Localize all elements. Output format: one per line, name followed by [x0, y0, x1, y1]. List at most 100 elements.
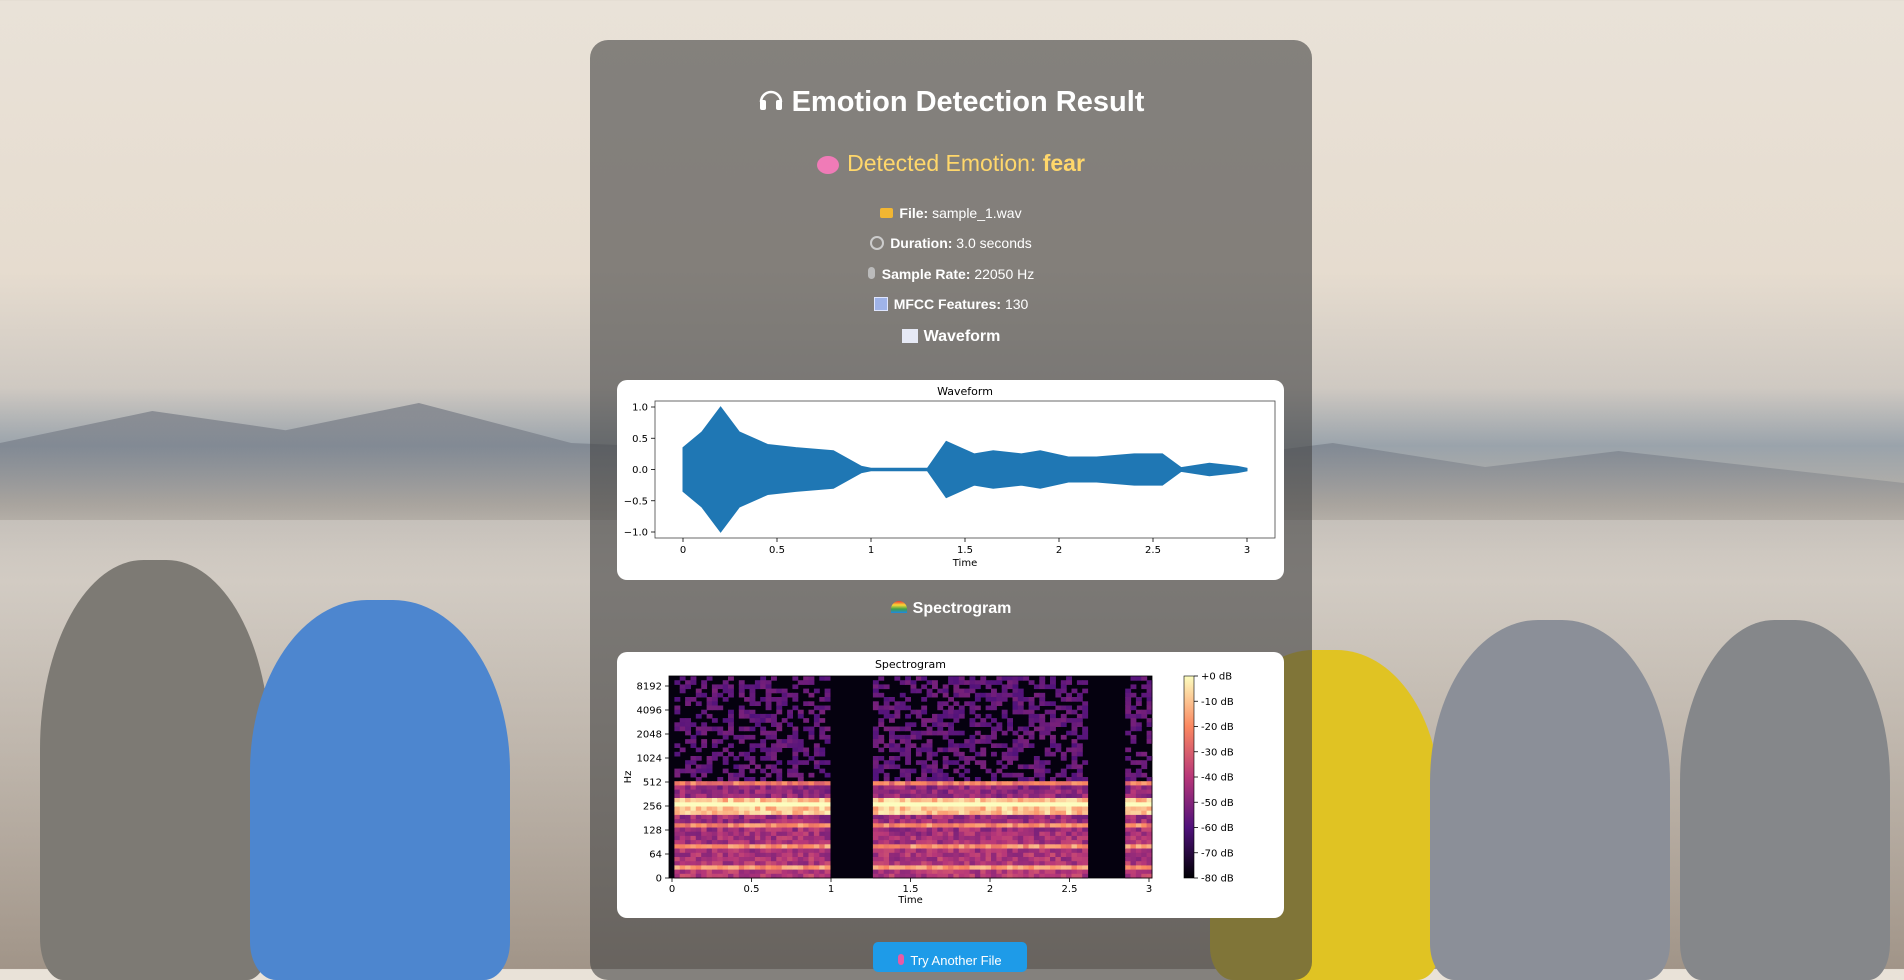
spectrogram-cell: [1076, 857, 1083, 862]
spectrogram-cell: [1028, 840, 1035, 845]
spectrogram-cell: [889, 756, 895, 761]
spectrogram-cell: [1033, 756, 1040, 761]
spectrogram-cell: [1060, 814, 1067, 820]
y-tick-label: 128: [643, 826, 662, 837]
spectrogram-cell: [1071, 865, 1078, 871]
spectrogram-cell: [953, 718, 960, 723]
spectrogram-cell: [980, 831, 987, 837]
spectrogram-cell: [733, 819, 740, 824]
spectrogram-cell: [932, 684, 938, 690]
spectrogram-cell: [964, 869, 971, 875]
spectrogram-cell: [674, 726, 681, 732]
spectrogram-cell: [1050, 865, 1056, 871]
spectrogram-cell: [1082, 802, 1089, 807]
x-tick-label: 0.5: [769, 545, 785, 556]
spectrogram-cell: [787, 840, 793, 845]
spectrogram-cell: [717, 684, 724, 690]
spectrogram-cell: [674, 722, 681, 727]
spectrogram-cell: [1023, 697, 1030, 702]
spectrogram-cell: [690, 768, 697, 774]
spectrogram-cell: [813, 802, 820, 807]
spectrogram-heading: Spectrogram: [590, 600, 1312, 618]
spectrogram-cell: [711, 781, 718, 786]
spectrogram-cell: [915, 747, 922, 753]
spectrogram-cell: [915, 852, 922, 858]
spectrogram-cell: [1023, 840, 1030, 845]
spectrogram-cell: [915, 793, 922, 799]
mfcc-info: MFCC Features: 130: [590, 296, 1312, 312]
spectrogram-cell: [803, 814, 810, 820]
spectrogram-cell: [674, 789, 681, 795]
spectrogram-cell: [948, 743, 954, 748]
spectrogram-cell: [1060, 802, 1067, 807]
spectrogram-cell: [749, 869, 756, 875]
spectrogram-cell: [787, 739, 793, 744]
spectrogram-cell: [1028, 713, 1035, 719]
spectrogram-cell: [701, 848, 708, 854]
spectrogram-cell: [1066, 718, 1072, 723]
spectrogram-cell: [1017, 793, 1024, 799]
spectrogram-cell: [964, 861, 971, 866]
spectrogram-cell: [932, 831, 938, 837]
spectrogram-cell: [765, 785, 772, 791]
spectrogram-cell: [722, 861, 729, 866]
spectrogram-cell: [958, 676, 965, 681]
spectrogram-cell: [921, 844, 928, 849]
spectrogram-cell: [991, 869, 997, 875]
spectrogram-cell: [905, 697, 911, 702]
spectrogram-cell: [792, 810, 799, 816]
spectrogram-cell: [1141, 793, 1148, 799]
spectrogram-cell: [1044, 814, 1051, 820]
spectrogram-cell: [1001, 831, 1008, 837]
spectrogram-cell: [679, 793, 686, 799]
spectrogram-cell: [813, 819, 820, 824]
spectrogram-cell: [878, 806, 885, 812]
spectrogram-cell: [733, 777, 740, 782]
spectrogram-cell: [733, 840, 740, 845]
spectrogram-cell: [1135, 785, 1142, 791]
spectrogram-cell: [1017, 743, 1024, 748]
spectrogram-cell: [1012, 692, 1019, 698]
spectrogram-cell: [765, 751, 772, 757]
spectrogram-cell: [1039, 726, 1046, 732]
spectrogram-cell: [872, 680, 879, 685]
spectrogram-cell: [803, 819, 810, 824]
spectrogram-cell: [1044, 869, 1051, 875]
spectrogram-cell: [690, 835, 697, 841]
spectrogram-cell: [1050, 718, 1056, 723]
spectrogram-cell: [803, 760, 810, 765]
spectrogram-cell: [1028, 789, 1035, 795]
spectrogram-cell: [958, 835, 965, 841]
spectrogram-cell: [1076, 705, 1083, 711]
spectrogram-cell: [749, 802, 756, 807]
spectrogram-cell: [728, 688, 734, 694]
spectrogram-cell: [711, 789, 718, 795]
spectrogram-cell: [905, 835, 911, 841]
spectrogram-cell: [1001, 848, 1008, 854]
spectrogram-cell: [932, 722, 938, 727]
spectrogram-cell: [1135, 768, 1142, 774]
spectrogram-cell: [926, 814, 933, 820]
spectrogram-cell: [744, 697, 750, 702]
spectrogram-cell: [738, 713, 745, 719]
spectrogram-cell: [991, 751, 997, 757]
spectrogram-cell: [760, 852, 767, 858]
spectrogram-cell: [738, 764, 745, 770]
spectrogram-cell: [1141, 802, 1148, 807]
spectrogram-cell: [685, 718, 691, 723]
spectrogram-cell: [905, 848, 911, 854]
spectrogram-cell: [738, 831, 745, 837]
spectrogram-cell: [674, 848, 681, 854]
spectrogram-cell: [932, 680, 938, 685]
spectrogram-cell: [749, 789, 756, 795]
spectrogram-cell: [937, 705, 944, 711]
spectrogram-cell: [894, 756, 901, 761]
spectrogram-cell: [674, 852, 681, 858]
waveform-heading: Waveform: [590, 328, 1312, 346]
spectrogram-cell: [744, 684, 750, 690]
spectrogram-cell: [679, 835, 686, 841]
spectrogram-cell: [1017, 861, 1024, 866]
spectrogram-cell: [921, 840, 928, 845]
spectrogram-cell: [942, 734, 949, 740]
try-another-file-button[interactable]: Try Another File: [873, 942, 1027, 972]
